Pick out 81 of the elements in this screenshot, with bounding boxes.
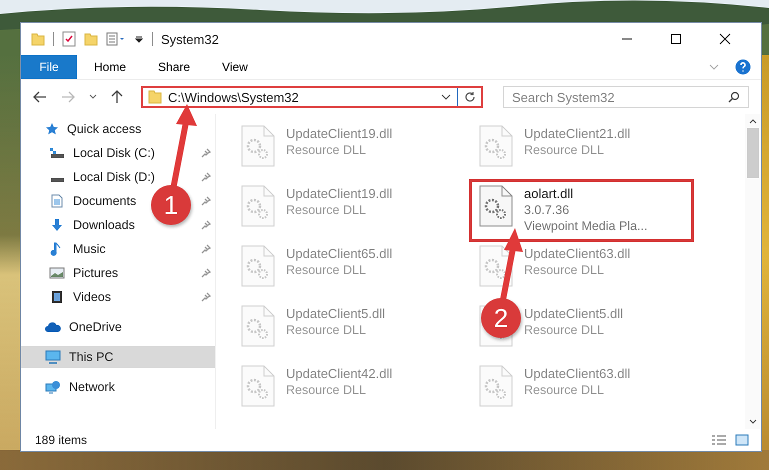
dll-file-icon <box>478 364 514 408</box>
computer-icon <box>45 350 61 364</box>
dropdown-icon[interactable] <box>134 34 144 44</box>
dll-file-icon <box>240 244 276 288</box>
details-view-icon[interactable] <box>711 434 727 446</box>
scroll-up-icon[interactable] <box>749 118 757 124</box>
file-name[interactable]: aolart.dll <box>524 186 648 201</box>
pin-icon[interactable] <box>201 220 211 230</box>
scroll-down-icon[interactable] <box>749 419 757 425</box>
sidebar-item[interactable]: Music <box>73 242 106 256</box>
ribbon-tab[interactable]: Share <box>143 55 206 79</box>
scrollbar-thumb[interactable] <box>747 128 759 178</box>
star-icon <box>45 122 59 136</box>
large-icons-view-icon[interactable] <box>735 434 749 446</box>
sidebar-item[interactable]: Quick access <box>21 118 215 140</box>
sidebar-item[interactable]: This PC <box>21 346 215 368</box>
dll-file-icon <box>240 364 276 408</box>
ribbon-tab[interactable]: View <box>207 55 263 79</box>
pin-icon[interactable] <box>201 292 211 302</box>
window-title: System32 <box>161 32 219 46</box>
sidebar-item[interactable]: Downloads <box>73 218 135 232</box>
sidebar-item[interactable]: Videos <box>73 290 111 304</box>
file-tab[interactable]: File <box>21 55 77 79</box>
picture-icon <box>49 267 65 279</box>
download-icon <box>49 218 65 232</box>
folder-icon <box>148 90 162 104</box>
sidebar-label: OneDrive <box>69 320 122 334</box>
pin-icon[interactable] <box>201 172 211 182</box>
dll-file-icon <box>478 244 514 288</box>
file-detail: Resource DLL <box>286 383 367 397</box>
drive-icon <box>49 178 65 182</box>
film-icon <box>49 290 65 304</box>
ribbon-tab[interactable]: Home <box>79 55 142 79</box>
pin-icon[interactable] <box>201 268 211 278</box>
refresh-icon[interactable] <box>464 91 476 103</box>
sidebar-item[interactable]: Local Disk (C:) <box>73 146 155 160</box>
dll-file-icon <box>240 304 276 348</box>
sidebar-label: Network <box>69 380 115 394</box>
dll-file-icon <box>240 184 276 228</box>
network-icon <box>45 380 61 394</box>
file-detail: Resource DLL <box>286 203 367 217</box>
file-detail: Viewpoint Media Pla... <box>524 219 648 233</box>
file-detail: 3.0.7.36 <box>524 203 570 217</box>
sidebar-item[interactable]: Documents <box>73 194 136 208</box>
file-detail: Resource DLL <box>524 383 605 397</box>
cloud-icon <box>45 321 61 333</box>
file-detail: Resource DLL <box>524 143 605 157</box>
recent-dropdown-icon[interactable] <box>89 94 97 100</box>
pin-icon[interactable] <box>201 148 211 158</box>
sidebar-item[interactable]: Local Disk (D:) <box>73 170 155 184</box>
sidebar-item[interactable]: OneDrive <box>21 316 215 338</box>
dll-file-icon <box>478 184 514 228</box>
properties-icon[interactable] <box>106 32 126 46</box>
checklist-icon[interactable] <box>62 31 76 47</box>
back-icon[interactable] <box>33 91 47 103</box>
search-icon <box>728 91 740 103</box>
up-icon[interactable] <box>111 90 123 104</box>
scrollbar[interactable] <box>745 114 761 429</box>
pin-icon[interactable] <box>201 196 211 206</box>
file-detail: Resource DLL <box>286 263 367 277</box>
close-icon[interactable] <box>719 33 731 45</box>
address-path: C:\Windows\System32 <box>168 90 300 104</box>
dll-file-icon <box>478 124 514 168</box>
item-count: 189 items <box>35 433 88 447</box>
document-icon <box>49 194 65 208</box>
pin-icon[interactable] <box>201 244 211 254</box>
drive-icon <box>49 147 65 159</box>
help-icon[interactable] <box>735 59 751 75</box>
dropdown-icon[interactable] <box>441 93 451 101</box>
sidebar-label: Quick access <box>67 122 142 136</box>
sidebar-item[interactable]: Pictures <box>73 266 118 280</box>
address-bar[interactable]: C:\Windows\System32 <box>141 86 483 108</box>
sidebar-item[interactable]: Network <box>21 376 215 398</box>
file-detail: Resource DLL <box>524 263 605 277</box>
file-detail: Resource DLL <box>286 143 367 157</box>
search-field[interactable]: Search System32 <box>503 86 749 108</box>
file-detail: Resource DLL <box>524 323 605 337</box>
file-detail: Resource DLL <box>286 323 367 337</box>
dll-file-icon <box>240 124 276 168</box>
sidebar-label: This PC <box>69 350 114 364</box>
maximize-icon[interactable] <box>670 33 682 45</box>
